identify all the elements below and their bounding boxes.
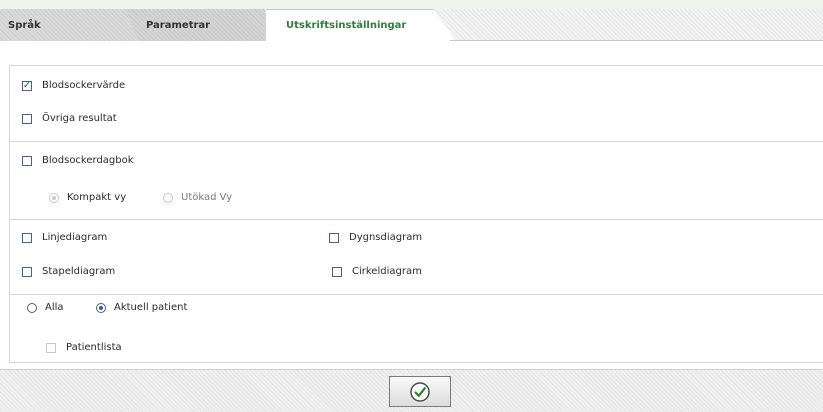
dygnsdiagram-option[interactable]: Dygnsdiagram	[329, 232, 422, 243]
blodsockerdagbok-checkbox[interactable]	[22, 155, 32, 166]
kompakt-vy-radio[interactable]	[49, 192, 59, 203]
results-section	[9, 65, 823, 141]
tab-parametrar-label: Parametrar	[146, 20, 211, 31]
tab-parametrar[interactable]: Parametrar	[126, 9, 278, 41]
linjediagram-option[interactable]: Linjediagram	[22, 232, 107, 243]
aktuell-patient-label: Aktuell patient	[114, 302, 188, 313]
dygnsdiagram-checkbox[interactable]	[329, 232, 339, 243]
patientlista-checkbox[interactable]	[46, 342, 56, 353]
blodsockervarde-option[interactable]: Blodsockervärde	[22, 80, 125, 91]
tab-sprak-label: Språk	[8, 20, 41, 31]
aktuell-patient-option[interactable]: Aktuell patient	[96, 302, 187, 313]
logbook-section	[9, 141, 823, 219]
utokad-vy-option[interactable]: Utökad Vy	[163, 192, 232, 203]
linjediagram-checkbox[interactable]	[22, 232, 32, 243]
blodsockervarde-label: Blodsockervärde	[42, 80, 126, 91]
utokad-vy-label: Utökad Vy	[181, 192, 233, 203]
charts-section	[9, 219, 823, 294]
aktuell-patient-radio[interactable]	[96, 302, 106, 313]
cirkeldiagram-checkbox[interactable]	[332, 266, 342, 277]
ovriga-resultat-checkbox[interactable]	[22, 113, 32, 124]
ok-button[interactable]	[389, 376, 451, 407]
patientlista-label: Patientlista	[66, 342, 122, 353]
print-settings-panel: Blodsockervärde Övriga resultat Blodsock…	[9, 65, 823, 363]
blodsockervarde-checkbox[interactable]	[22, 80, 32, 91]
tab-utskriftsinstallningar-label: Utskriftsinställningar	[286, 20, 407, 31]
checkmark-circle-icon	[410, 381, 430, 402]
alla-label: Alla	[45, 302, 64, 313]
alla-radio[interactable]	[27, 302, 37, 313]
linjediagram-label: Linjediagram	[42, 232, 108, 243]
patientlista-option[interactable]: Patientlista	[46, 342, 122, 353]
tab-utskriftsinstallningar[interactable]: Utskriftsinställningar	[266, 9, 456, 41]
utokad-vy-radio[interactable]	[163, 192, 173, 203]
kompakt-vy-option[interactable]: Kompakt vy	[49, 192, 126, 203]
blodsockerdagbok-option[interactable]: Blodsockerdagbok	[22, 155, 134, 166]
stapeldiagram-option[interactable]: Stapeldiagram	[22, 266, 115, 277]
cirkeldiagram-option[interactable]: Cirkeldiagram	[332, 266, 422, 277]
alla-option[interactable]: Alla	[27, 302, 64, 313]
tab-sprak[interactable]: Språk	[0, 9, 140, 41]
tab-underline	[450, 40, 823, 41]
top-bar	[0, 0, 823, 9]
ovriga-resultat-label: Övriga resultat	[42, 113, 117, 124]
cirkeldiagram-label: Cirkeldiagram	[352, 266, 422, 277]
ovriga-resultat-option[interactable]: Övriga resultat	[22, 113, 117, 124]
dygnsdiagram-label: Dygnsdiagram	[349, 232, 423, 243]
stapeldiagram-label: Stapeldiagram	[42, 266, 116, 277]
kompakt-vy-label: Kompakt vy	[67, 192, 127, 203]
blodsockerdagbok-label: Blodsockerdagbok	[42, 155, 134, 166]
stapeldiagram-checkbox[interactable]	[22, 266, 32, 277]
